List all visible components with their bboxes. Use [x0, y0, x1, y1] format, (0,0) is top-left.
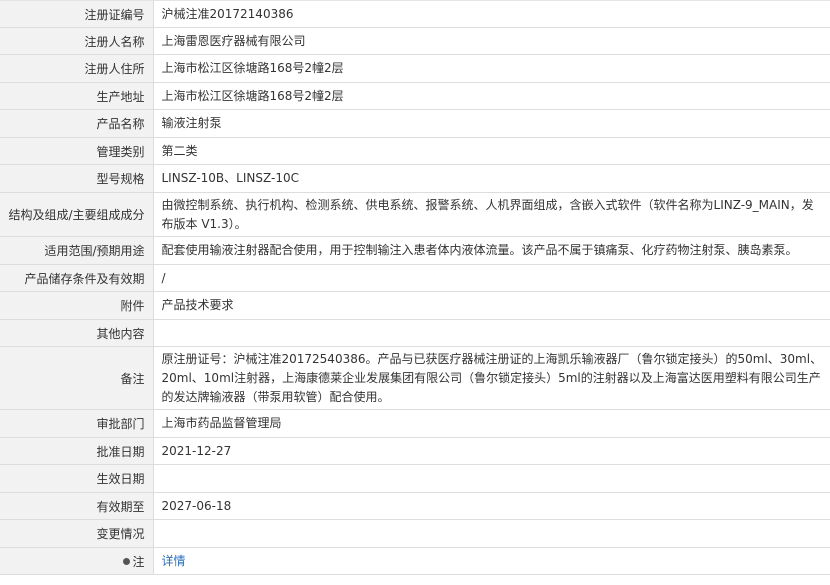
label-structure-composition: 结构及组成/主要组成成分: [0, 192, 154, 237]
row-registrant-name: 注册人名称 上海雷恩医疗器械有限公司: [0, 27, 830, 55]
row-structure-composition: 结构及组成/主要组成成分 由微控制系统、执行机构、检测系统、供电系统、报警系统、…: [0, 192, 830, 237]
label-storage-validity: 产品储存条件及有效期: [0, 264, 154, 292]
value-valid-until: 2027-06-18: [153, 492, 830, 520]
label-registrant-address: 注册人住所: [0, 54, 154, 83]
details-link[interactable]: 详情: [162, 554, 186, 568]
label-change-status: 变更情况: [0, 519, 154, 548]
label-production-address: 生产地址: [0, 82, 154, 110]
row-attachment: 附件 产品技术要求: [0, 291, 830, 320]
label-model-spec: 型号规格: [0, 164, 154, 193]
label-note: 注: [0, 547, 154, 575]
row-production-address: 生产地址 上海市松江区徐塘路168号2幢2层: [0, 82, 830, 110]
value-change-status: [153, 519, 830, 548]
row-approval-department: 审批部门 上海市药品监督管理局: [0, 409, 830, 438]
value-note: 详情: [153, 547, 830, 575]
row-approval-date: 批准日期 2021-12-27: [0, 437, 830, 465]
value-model-spec: LINSZ-10B、LINSZ-10C: [153, 164, 830, 193]
value-effective-date: [153, 464, 830, 493]
value-registrant-name: 上海雷恩医疗器械有限公司: [153, 27, 830, 55]
row-product-name: 产品名称 输液注射泵: [0, 109, 830, 138]
label-valid-until: 有效期至: [0, 492, 154, 520]
value-attachment: 产品技术要求: [153, 291, 830, 320]
value-production-address: 上海市松江区徐塘路168号2幢2层: [153, 82, 830, 110]
label-management-category: 管理类别: [0, 137, 154, 165]
value-intended-use: 配套使用输液注射器配合使用，用于控制输注入患者体内液体流量。该产品不属于镇痛泵、…: [153, 236, 830, 265]
pin-icon: [123, 557, 131, 565]
row-registration-number: 注册证编号 沪械注准20172140386: [0, 0, 830, 28]
value-storage-validity: /: [153, 264, 830, 292]
label-approval-date: 批准日期: [0, 437, 154, 465]
value-registrant-address: 上海市松江区徐塘路168号2幢2层: [153, 54, 830, 83]
label-other-content: 其他内容: [0, 319, 154, 347]
row-valid-until: 有效期至 2027-06-18: [0, 492, 830, 520]
value-registration-number: 沪械注准20172140386: [153, 0, 830, 28]
value-remarks: 原注册证号：沪械注准20172540386。产品与已获医疗器械注册证的上海凯乐输…: [153, 346, 830, 410]
label-attachment: 附件: [0, 291, 154, 320]
note-label: 注: [132, 554, 145, 569]
value-approval-department: 上海市药品监督管理局: [153, 409, 830, 438]
label-registration-number: 注册证编号: [0, 0, 154, 28]
row-registrant-address: 注册人住所 上海市松江区徐塘路168号2幢2层: [0, 54, 830, 83]
value-management-category: 第二类: [153, 137, 830, 165]
row-management-category: 管理类别 第二类: [0, 137, 830, 165]
label-registrant-name: 注册人名称: [0, 27, 154, 55]
value-approval-date: 2021-12-27: [153, 437, 830, 465]
row-intended-use: 适用范围/预期用途 配套使用输液注射器配合使用，用于控制输注入患者体内液体流量。…: [0, 236, 830, 265]
label-effective-date: 生效日期: [0, 464, 154, 493]
label-remarks: 备注: [0, 346, 154, 410]
registration-table: 注册证编号 沪械注准20172140386 注册人名称 上海雷恩医疗器械有限公司…: [0, 0, 830, 575]
row-other-content: 其他内容: [0, 319, 830, 347]
row-change-status: 变更情况: [0, 519, 830, 548]
row-model-spec: 型号规格 LINSZ-10B、LINSZ-10C: [0, 164, 830, 193]
row-note: 注 详情: [0, 547, 830, 575]
row-remarks: 备注 原注册证号：沪械注准20172540386。产品与已获医疗器械注册证的上海…: [0, 346, 830, 410]
label-approval-department: 审批部门: [0, 409, 154, 438]
row-effective-date: 生效日期: [0, 464, 830, 493]
value-product-name: 输液注射泵: [153, 109, 830, 138]
value-structure-composition: 由微控制系统、执行机构、检测系统、供电系统、报警系统、人机界面组成，含嵌入式软件…: [153, 192, 830, 237]
label-product-name: 产品名称: [0, 109, 154, 138]
row-storage-validity: 产品储存条件及有效期 /: [0, 264, 830, 292]
label-intended-use: 适用范围/预期用途: [0, 236, 154, 265]
value-other-content: [153, 319, 830, 347]
